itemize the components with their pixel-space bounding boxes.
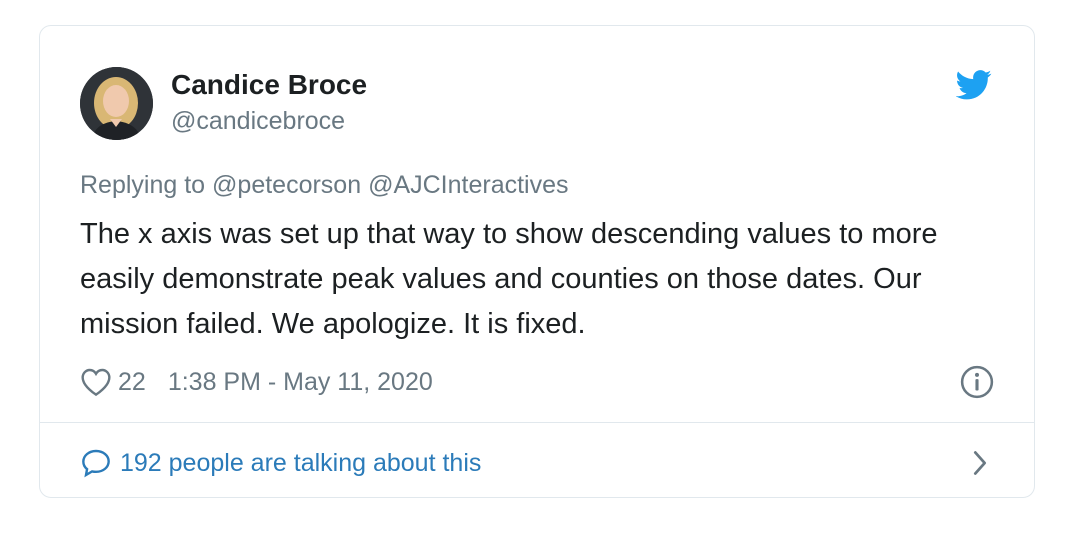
speech-bubble-icon bbox=[82, 449, 110, 478]
conversation-link[interactable]: 192 people are talking about this bbox=[80, 443, 481, 483]
author-name[interactable]: Candice Broce bbox=[171, 69, 367, 101]
reply-context: Replying to @petecorson @AJCInteractives bbox=[80, 171, 569, 200]
timestamp[interactable]: 1:38 PM - May 11, 2020 bbox=[168, 368, 433, 397]
avatar[interactable] bbox=[80, 67, 153, 140]
reply-mention-ajcinteractives[interactable]: @AJCInteractives bbox=[368, 171, 568, 199]
chevron-right-icon[interactable] bbox=[970, 449, 990, 477]
heart-icon[interactable] bbox=[80, 367, 112, 397]
tweet-meta: 22 1:38 PM - May 11, 2020 bbox=[80, 364, 433, 400]
conversation-label[interactable]: 192 people are talking about this bbox=[120, 449, 481, 478]
twitter-bird-icon[interactable] bbox=[956, 70, 992, 100]
author-handle[interactable]: @candicebroce bbox=[171, 107, 345, 136]
reply-mention-petecorson[interactable]: @petecorson bbox=[212, 171, 361, 199]
reply-label: Replying to bbox=[80, 171, 206, 199]
like-count[interactable]: 22 bbox=[118, 368, 146, 397]
info-icon[interactable] bbox=[960, 365, 994, 399]
divider bbox=[40, 422, 1034, 423]
tweet-card[interactable]: Candice Broce @candicebroce Replying to … bbox=[39, 25, 1035, 498]
tweet-text: The x axis was set up that way to show d… bbox=[80, 218, 938, 340]
